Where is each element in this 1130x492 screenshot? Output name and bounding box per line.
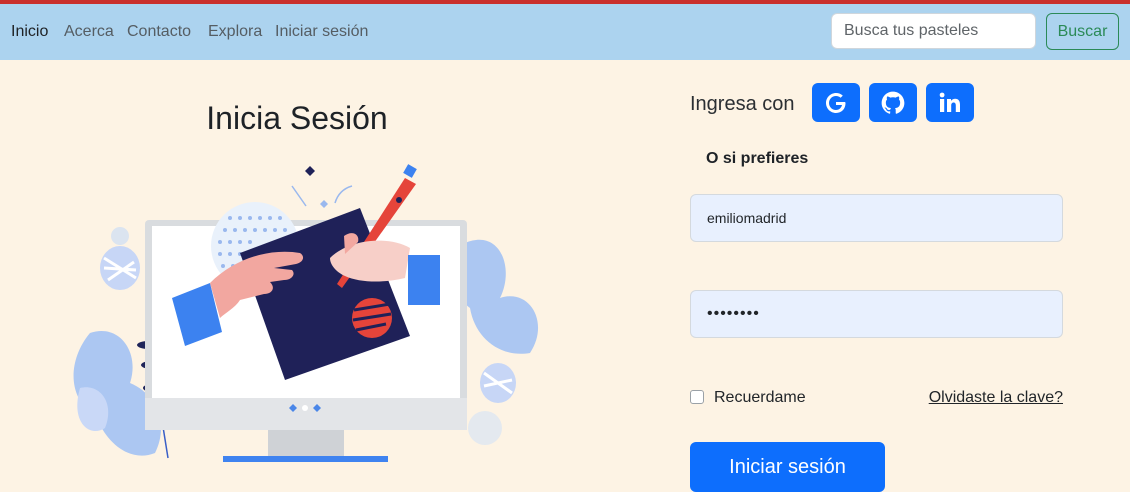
nav-explora[interactable]: Explora (208, 23, 262, 41)
navbar: Inicio Acerca Contacto Explora Iniciar s… (0, 4, 1130, 60)
remember-checkbox[interactable] (690, 390, 704, 404)
nav-contacto[interactable]: Contacto (127, 23, 191, 41)
nav-iniciar-sesion[interactable]: Iniciar sesión (275, 23, 368, 41)
username-field[interactable] (690, 194, 1063, 242)
linkedin-icon (939, 92, 960, 112)
search-input[interactable] (831, 13, 1036, 49)
google-login-button[interactable] (812, 83, 860, 122)
alternative-login-label: O si prefieres (706, 150, 809, 167)
github-login-button[interactable] (869, 83, 917, 122)
page-title: Inicia Sesión (206, 100, 388, 136)
search-button[interactable]: Buscar (1046, 13, 1119, 50)
forgot-password-link[interactable]: Olvidaste la clave? (929, 389, 1063, 407)
password-field[interactable] (690, 290, 1063, 338)
linkedin-login-button[interactable] (926, 83, 974, 122)
remember-label: Recuerdame (714, 389, 806, 406)
nav-acerca[interactable]: Acerca (64, 23, 114, 41)
login-illustration (73, 164, 539, 462)
github-icon (881, 91, 905, 114)
google-icon (826, 92, 846, 113)
nav-inicio[interactable]: Inicio (11, 23, 48, 41)
social-login-label: Ingresa con (690, 93, 795, 115)
login-submit-button[interactable]: Iniciar sesión (690, 442, 885, 492)
